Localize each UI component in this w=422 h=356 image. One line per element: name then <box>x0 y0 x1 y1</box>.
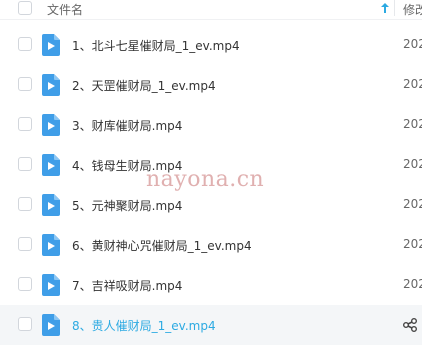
share-icon[interactable] <box>403 318 417 332</box>
file-row-hovered[interactable]: 8、贵人催财局_1_ev.mp4 <box>0 305 422 345</box>
column-header-filename[interactable]: 文件名 <box>47 1 83 18</box>
file-row[interactable]: 3、财库催财局.mp4 202 <box>0 105 422 145</box>
file-name[interactable]: 4、钱母生财局.mp4 <box>72 157 182 174</box>
file-name[interactable]: 2、天罡催财局_1_ev.mp4 <box>72 77 216 94</box>
file-row[interactable]: 5、元神聚财局.mp4 202 <box>0 185 422 225</box>
column-divider <box>394 0 395 16</box>
file-name[interactable]: 7、吉祥吸财局.mp4 <box>72 277 182 294</box>
file-row[interactable]: 1、北斗七星催财局_1_ev.mp4 202 <box>0 25 422 65</box>
file-modified: 202 <box>403 197 422 211</box>
video-file-icon <box>42 154 60 176</box>
row-checkbox[interactable] <box>18 117 32 131</box>
video-file-icon <box>42 234 60 256</box>
file-row[interactable]: 4、钱母生财局.mp4 202 <box>0 145 422 185</box>
video-file-icon <box>42 194 60 216</box>
row-checkbox[interactable] <box>18 237 32 251</box>
row-checkbox[interactable] <box>18 317 32 331</box>
sort-ascending-icon[interactable] <box>380 2 390 14</box>
select-all-checkbox[interactable] <box>18 1 32 15</box>
video-file-icon <box>42 114 60 136</box>
file-row[interactable]: 7、吉祥吸财局.mp4 202 <box>0 265 422 305</box>
row-checkbox[interactable] <box>18 77 32 91</box>
file-name[interactable]: 5、元神聚财局.mp4 <box>72 197 182 214</box>
file-row[interactable]: 2、天罡催财局_1_ev.mp4 202 <box>0 65 422 105</box>
video-file-icon <box>42 274 60 296</box>
file-list: 1、北斗七星催财局_1_ev.mp4 202 2、天罡催财局_1_ev.mp4 … <box>0 25 422 345</box>
file-list-header: 文件名 修改 <box>0 0 422 20</box>
column-header-modified[interactable]: 修改 <box>403 1 422 18</box>
file-modified: 202 <box>403 157 422 171</box>
row-checkbox[interactable] <box>18 157 32 171</box>
video-file-icon <box>42 34 60 56</box>
row-checkbox[interactable] <box>18 37 32 51</box>
video-file-icon <box>42 314 60 336</box>
video-file-icon <box>42 74 60 96</box>
row-checkbox[interactable] <box>18 277 32 291</box>
file-modified: 202 <box>403 37 422 51</box>
file-modified: 202 <box>403 117 422 131</box>
file-name[interactable]: 3、财库催财局.mp4 <box>72 117 182 134</box>
file-modified: 202 <box>403 77 422 91</box>
row-checkbox[interactable] <box>18 197 32 211</box>
file-modified: 202 <box>403 277 422 291</box>
header-divider <box>0 19 422 20</box>
file-modified: 202 <box>403 237 422 251</box>
file-name[interactable]: 8、贵人催财局_1_ev.mp4 <box>72 317 216 334</box>
file-name[interactable]: 1、北斗七星催财局_1_ev.mp4 <box>72 37 240 54</box>
file-name[interactable]: 6、黄财神心咒催财局_1_ev.mp4 <box>72 237 252 254</box>
file-row[interactable]: 6、黄财神心咒催财局_1_ev.mp4 202 <box>0 225 422 265</box>
